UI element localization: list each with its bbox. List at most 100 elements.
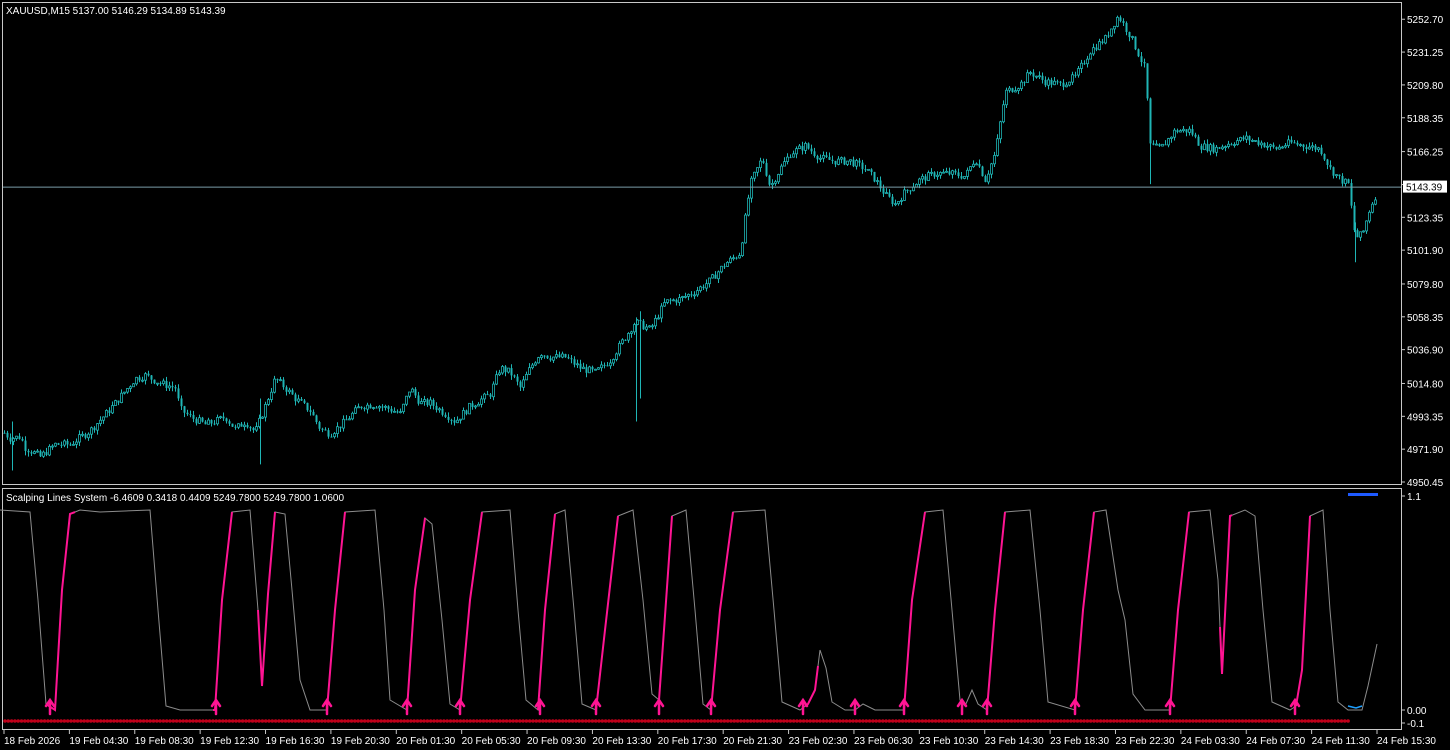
signal-dot bbox=[362, 719, 367, 723]
signal-dot bbox=[798, 719, 803, 723]
signal-dot bbox=[544, 719, 548, 723]
candle-body bbox=[1179, 130, 1182, 133]
signal-dot bbox=[650, 719, 654, 723]
time-tick-label: 23 Feb 18:30 bbox=[1050, 736, 1109, 747]
candle-body bbox=[462, 410, 465, 420]
candle-body bbox=[708, 277, 711, 285]
signal-dot bbox=[887, 719, 892, 723]
signal-dot bbox=[1171, 719, 1175, 723]
candle-body bbox=[564, 354, 567, 358]
candle-body bbox=[765, 162, 768, 176]
candle-body bbox=[642, 320, 645, 330]
signal-dot bbox=[752, 719, 756, 723]
signal-dot bbox=[1263, 719, 1268, 723]
candle-body bbox=[675, 299, 678, 303]
candle-body bbox=[219, 416, 222, 419]
candle-body bbox=[789, 157, 792, 159]
candle-body bbox=[849, 159, 852, 162]
candle-body bbox=[1008, 87, 1011, 91]
candle-body bbox=[522, 379, 525, 388]
candle-body bbox=[1218, 147, 1221, 149]
candle-body bbox=[687, 293, 690, 297]
price-tick-label: 5252.70 bbox=[1407, 15, 1444, 26]
candle-body bbox=[1311, 145, 1314, 148]
candle-body bbox=[927, 172, 930, 181]
candle-body bbox=[1173, 129, 1176, 138]
candle-body bbox=[336, 426, 339, 434]
candle-body bbox=[342, 418, 345, 429]
osc-tick-label: -0.1 bbox=[1407, 719, 1425, 730]
signal-dot bbox=[653, 719, 657, 723]
signal-dot bbox=[1032, 719, 1037, 723]
candle-body bbox=[585, 367, 588, 373]
signal-dot bbox=[230, 719, 235, 723]
candle-body bbox=[861, 162, 864, 170]
signal-dot bbox=[1072, 719, 1076, 723]
signal-dot bbox=[1339, 719, 1344, 723]
candle-body bbox=[66, 440, 69, 445]
signal-dot bbox=[785, 719, 789, 723]
signal-dot bbox=[300, 719, 304, 723]
candle-body bbox=[207, 419, 210, 425]
candle-body bbox=[36, 450, 39, 453]
signal-dot bbox=[686, 719, 690, 723]
candle-body bbox=[240, 423, 243, 427]
candle-body bbox=[1347, 179, 1350, 184]
candle-body bbox=[1182, 128, 1185, 132]
candle-body bbox=[1134, 36, 1137, 50]
candle-body bbox=[1374, 199, 1377, 205]
signal-dot bbox=[673, 719, 677, 723]
signal-dot bbox=[1121, 719, 1126, 723]
signal-dot bbox=[1270, 719, 1274, 723]
candle-body bbox=[450, 419, 453, 421]
candle-body bbox=[576, 363, 579, 366]
signal-dot bbox=[478, 719, 483, 723]
signal-dot bbox=[1277, 719, 1281, 723]
candle-body bbox=[147, 373, 150, 376]
time-tick-label: 19 Feb 04:30 bbox=[69, 736, 128, 747]
signal-dot bbox=[640, 719, 644, 723]
signal-dot bbox=[772, 719, 776, 723]
candle-body bbox=[1365, 220, 1368, 232]
candle-body bbox=[396, 411, 399, 413]
candle-body bbox=[678, 297, 681, 303]
candle-body bbox=[795, 148, 798, 155]
signal-dot bbox=[735, 719, 740, 723]
signal-dot bbox=[197, 719, 202, 723]
candle-body bbox=[717, 271, 720, 280]
signal-dot bbox=[1201, 719, 1205, 723]
signal-dot bbox=[49, 719, 53, 723]
signal-dot bbox=[405, 719, 410, 723]
candle-body bbox=[651, 325, 654, 328]
signal-dot bbox=[597, 719, 601, 723]
candle-body bbox=[489, 394, 492, 397]
signal-dot bbox=[1230, 719, 1235, 723]
candle-body bbox=[180, 398, 183, 407]
candle-body bbox=[366, 404, 369, 410]
candle-body bbox=[1200, 145, 1203, 150]
signal-dot bbox=[1290, 719, 1294, 723]
signal-dot bbox=[702, 719, 707, 723]
candle-body bbox=[798, 145, 801, 150]
candle-body bbox=[552, 356, 555, 361]
signal-dot bbox=[1098, 719, 1103, 723]
candle-body bbox=[363, 407, 366, 410]
signal-dot bbox=[1138, 719, 1142, 723]
signal-dot bbox=[1250, 719, 1255, 723]
candle-body bbox=[1116, 16, 1119, 27]
signal-dot bbox=[158, 719, 162, 723]
candle-body bbox=[933, 172, 936, 177]
candle-body bbox=[1104, 35, 1107, 44]
candle-body bbox=[1155, 143, 1158, 146]
signal-dot bbox=[1135, 719, 1139, 723]
candle-body bbox=[1206, 143, 1209, 151]
candle-body bbox=[1053, 80, 1056, 86]
candle-body bbox=[1224, 146, 1227, 148]
candle-body bbox=[309, 410, 312, 412]
candle-body bbox=[507, 367, 510, 373]
candle-body bbox=[873, 171, 876, 182]
signal-dot bbox=[36, 719, 40, 723]
candle-body bbox=[561, 353, 564, 358]
signal-dot bbox=[369, 719, 374, 723]
signal-dot bbox=[1240, 719, 1245, 723]
